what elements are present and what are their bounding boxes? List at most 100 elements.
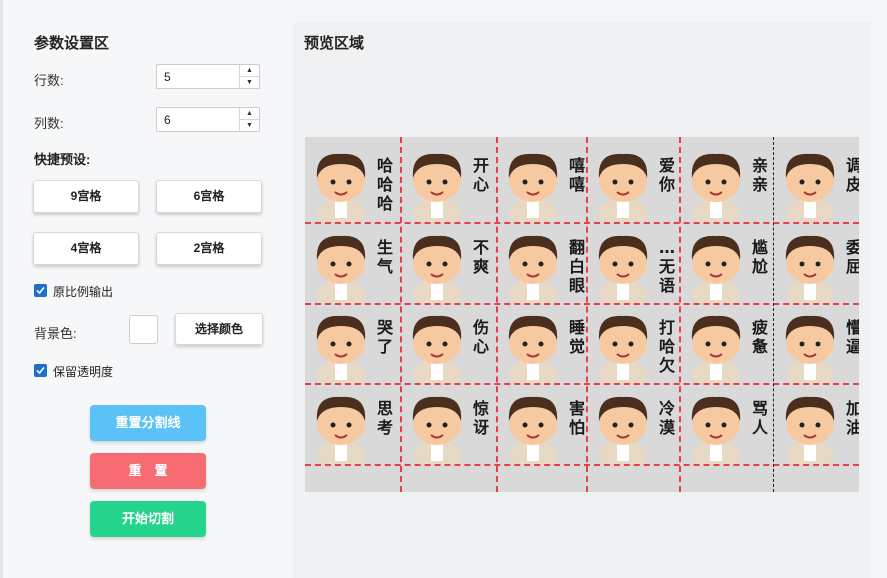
cartoon-boy-icon: [316, 235, 366, 304]
keep-ratio-label[interactable]: 原比例输出: [53, 283, 113, 300]
keep-alpha-label[interactable]: 保留透明度: [53, 363, 113, 380]
cartoon-boy-icon: [412, 396, 462, 465]
vertical-split-line-selected[interactable]: [773, 137, 774, 492]
preset-6grid-button[interactable]: 6宫格: [156, 180, 262, 213]
preset-9grid-button[interactable]: 9宫格: [33, 180, 139, 213]
rows-increment-icon[interactable]: ▲: [240, 65, 259, 77]
sticker-cell: [680, 466, 773, 492]
sticker-cell: 加油: [774, 385, 859, 465]
cartoon-boy-icon: [691, 153, 741, 222]
choose-color-button[interactable]: 选择颜色: [175, 313, 263, 345]
cartoon-boy-icon: [412, 153, 462, 222]
sticker-caption: 伤心: [472, 318, 489, 356]
cols-label: 列数:: [34, 116, 64, 131]
sticker-caption: 骂人: [751, 399, 768, 437]
cartoon-boy-icon: [316, 153, 366, 222]
cartoon-boy-icon: [508, 153, 558, 222]
cartoon-boy-icon: [412, 235, 462, 304]
sticker-cell: …无语: [587, 224, 680, 304]
reset-button[interactable]: 重 置: [90, 453, 206, 489]
sticker-cell: 打哈欠: [587, 304, 680, 384]
sticker-caption: 冷漠: [658, 399, 675, 437]
sticker-cell: [305, 466, 398, 492]
cartoon-boy-icon: [316, 315, 366, 384]
sticker-caption: 思考: [376, 399, 393, 437]
horizontal-split-line[interactable]: [305, 383, 859, 385]
sticker-cell: 生气: [305, 224, 398, 304]
cols-spin-arrows: ▲ ▼: [239, 108, 259, 131]
cartoon-boy-icon: [785, 235, 835, 304]
vertical-split-line[interactable]: [496, 137, 498, 492]
sticker-caption: 委屈: [845, 238, 859, 276]
sticker-caption: 生气: [376, 238, 393, 276]
sticker-cell: 哈哈哈: [305, 142, 398, 222]
cartoon-boy-icon: [691, 315, 741, 384]
sticker-caption: 开心: [472, 156, 489, 194]
cols-increment-icon[interactable]: ▲: [240, 108, 259, 120]
sticker-caption: 不爽: [472, 238, 489, 276]
cartoon-boy-icon: [691, 396, 741, 465]
bg-color-swatch[interactable]: [129, 315, 158, 344]
sticker-cell: 哭了: [305, 304, 398, 384]
sticker-caption: 嘻嘻: [568, 156, 585, 194]
sticker-caption: 惊讶: [472, 399, 489, 437]
sticker-cell: 嘻嘻: [497, 142, 590, 222]
horizontal-split-line[interactable]: [305, 303, 859, 305]
sticker-caption: 哭了: [376, 318, 393, 356]
start-cut-button[interactable]: 开始切割: [90, 501, 206, 537]
cols-value[interactable]: 6: [164, 113, 171, 127]
sticker-cell: 伤心: [401, 304, 494, 384]
settings-panel: 参数设置区 行数: 5 ▲ ▼ 列数: 6 ▲ ▼ 快捷预设: 9宫格 6宫格 …: [3, 0, 286, 578]
sticker-cell: 懵逼: [774, 304, 859, 384]
sticker-cell: 疲惫: [680, 304, 773, 384]
sticker-caption: 爱你: [658, 156, 675, 194]
sticker-cell: 亲亲: [680, 142, 773, 222]
horizontal-split-line[interactable]: [305, 222, 859, 224]
sticker-caption: 疲惫: [751, 318, 768, 356]
cartoon-boy-icon: [785, 153, 835, 222]
sticker-caption: 调皮: [845, 156, 859, 194]
cartoon-boy-icon: [412, 315, 462, 384]
sticker-cell: [497, 466, 590, 492]
horizontal-split-line[interactable]: [305, 464, 859, 466]
rows-spin-arrows: ▲ ▼: [239, 65, 259, 88]
rows-spinbox[interactable]: 5 ▲ ▼: [156, 64, 260, 89]
cols-decrement-icon[interactable]: ▼: [240, 120, 259, 131]
sticker-caption: 哈哈哈: [376, 156, 393, 213]
preset-2grid-button[interactable]: 2宫格: [156, 232, 262, 265]
sticker-cell: 惊讶: [401, 385, 494, 465]
cols-spinbox[interactable]: 6 ▲ ▼: [156, 107, 260, 132]
sticker-cell: 冷漠: [587, 385, 680, 465]
cartoon-boy-icon: [691, 235, 741, 304]
sticker-cell: 睡觉: [497, 304, 590, 384]
keep-ratio-checkbox[interactable]: [34, 284, 47, 297]
sticker-cell: 思考: [305, 385, 398, 465]
presets-title: 快捷预设:: [34, 152, 91, 167]
cartoon-boy-icon: [598, 396, 648, 465]
checkmark-icon: [36, 286, 45, 295]
sticker-cell: 尴尬: [680, 224, 773, 304]
sticker-cell: 不爽: [401, 224, 494, 304]
vertical-split-line[interactable]: [400, 137, 402, 492]
sticker-sheet-image: 哈哈哈 开心 嘻嘻 爱你 亲亲 调皮 生气 不爽 翻白眼 …无语 尴尬 委屈 哭了 伤心 睡觉 打哈欠 疲惫 懵逼…: [305, 137, 859, 492]
vertical-split-line[interactable]: [679, 137, 681, 492]
sticker-caption: 懵逼: [845, 318, 859, 356]
keep-alpha-checkbox[interactable]: [34, 364, 47, 377]
sticker-caption: 害怕: [568, 399, 585, 437]
sticker-cell: 开心: [401, 142, 494, 222]
cartoon-boy-icon: [785, 315, 835, 384]
sticker-cell: [401, 466, 494, 492]
cartoon-boy-icon: [598, 235, 648, 304]
rows-decrement-icon[interactable]: ▼: [240, 77, 259, 88]
vertical-split-line[interactable]: [586, 137, 588, 492]
sticker-caption: …无语: [658, 238, 675, 295]
preset-4grid-button[interactable]: 4宫格: [33, 232, 139, 265]
rows-value[interactable]: 5: [164, 70, 171, 84]
cartoon-boy-icon: [508, 235, 558, 304]
cartoon-boy-icon: [508, 315, 558, 384]
sticker-cell: 害怕: [497, 385, 590, 465]
cartoon-boy-icon: [508, 396, 558, 465]
cartoon-boy-icon: [316, 396, 366, 465]
sticker-caption: 加油: [845, 399, 859, 437]
reset-lines-button[interactable]: 重置分割线: [90, 405, 206, 441]
